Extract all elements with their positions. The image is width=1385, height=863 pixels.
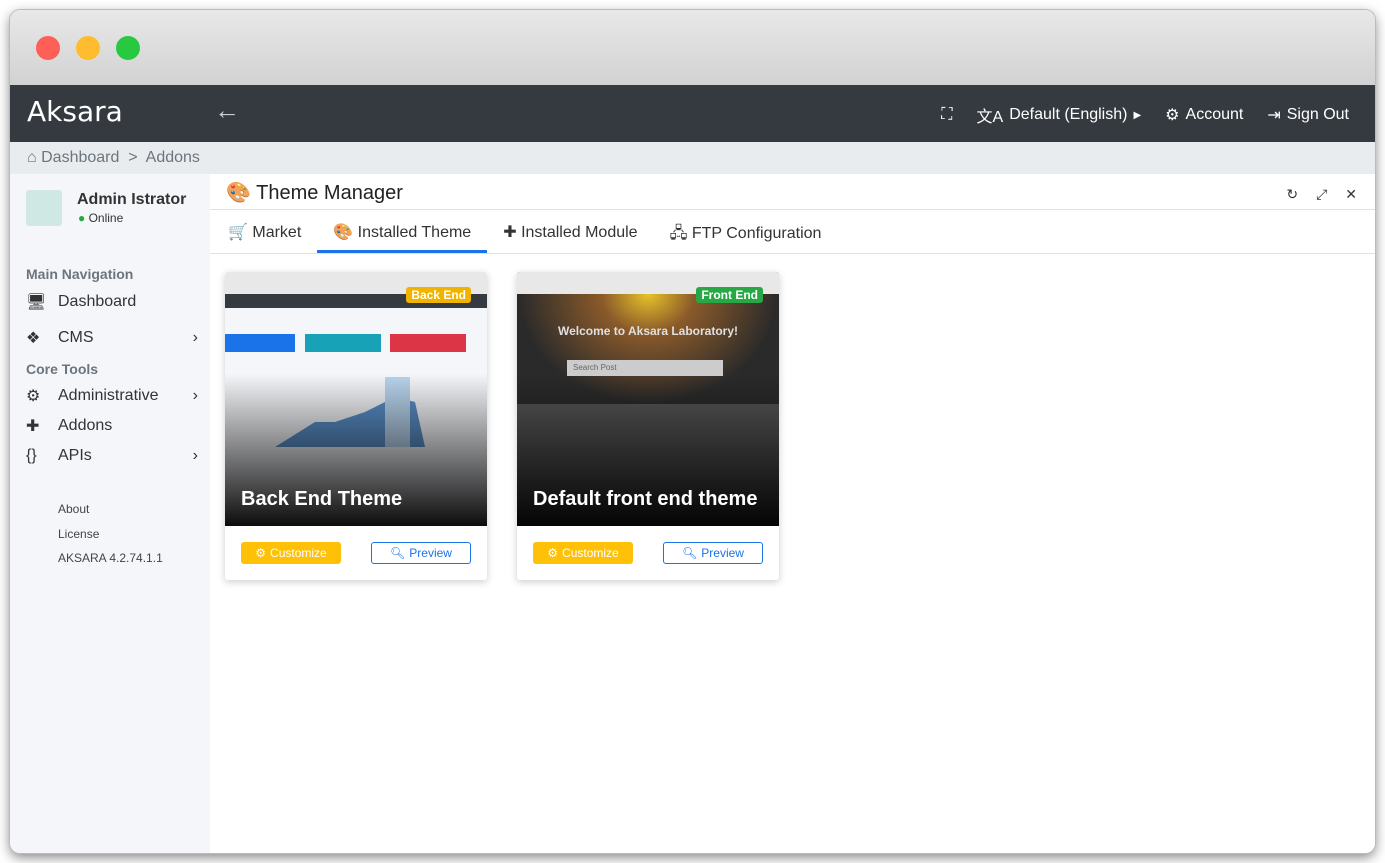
search-icon: 🔍︎ [682,546,698,560]
preview-button[interactable]: 🔍︎ Preview [371,542,471,564]
puzzle-icon: ✚ [503,224,517,241]
brand-logo[interactable]: Aksara [27,95,123,128]
status-label: Online [88,211,124,225]
customize-button[interactable]: ⚙ Customize [241,542,341,564]
theme-card: Welcome to Aksara Laboratory! Search Pos… [517,272,779,580]
tab-label: FTP Configuration [691,225,822,242]
chevron-right-icon: › [192,329,198,346]
preview-label: Preview [409,546,452,560]
customize-label: Customize [562,546,619,560]
version-label: AKSARA 4.2.74.1.1 [58,551,163,565]
sidebar-toggle-arrow-icon[interactable]: ← [214,95,240,126]
tab-label: Market [252,224,302,241]
main-content: 🎨 Theme Manager ↻ ⤢ ✕ 🛒 Market 🎨 Install… [210,174,1375,853]
dropbox-icon: ❖ [26,330,41,347]
translate-icon: 文A [976,109,1004,126]
sign-out-label: Sign Out [1286,106,1349,123]
avatar [26,190,62,226]
item-label: CMS [58,329,94,346]
fullscreen-icon: ⛶ [941,106,953,123]
license-link[interactable]: License [58,527,99,541]
gears-icon: ⚙ [1165,107,1180,124]
chevron-right-icon: › [192,387,198,404]
expand-icon[interactable]: ⤢ [1316,186,1327,203]
theme-title: Default front end theme [533,488,758,510]
chevron-right-icon: › [192,447,198,464]
palette-icon: 🎨 [226,182,251,204]
breadcrumb-dashboard[interactable]: Dashboard [41,149,119,166]
home-icon: ⌂ [27,149,37,166]
item-label: Addons [58,417,113,434]
theme-thumbnail: Back End Back End Theme [225,272,487,526]
caret-right-icon: ▶ [1133,109,1142,121]
gears-icon: ⚙ [255,546,267,560]
section-main-navigation: Main Navigation [26,266,134,282]
minimize-window-button[interactable] [76,36,100,60]
tab-installed-theme[interactable]: 🎨 Installed Theme [317,210,488,253]
tab-bar: 🛒 Market 🎨 Installed Theme ✚ Installed M… [210,210,1375,254]
close-window-button[interactable] [36,36,60,60]
preview-button[interactable]: 🔍︎ Preview [663,542,763,564]
theme-thumbnail: Welcome to Aksara Laboratory! Search Pos… [517,272,779,526]
title-bar [10,10,1375,85]
section-core-tools: Core Tools [26,361,99,377]
sign-out-icon: ⇥ [1267,107,1281,124]
user-status: ● Online [78,211,124,225]
sidebar-item-administrative[interactable]: ⚙ Administrative › [26,386,198,406]
cart-icon: 🛒 [228,224,248,241]
item-label: APIs [58,447,92,464]
monitor-icon: 🖥 [26,294,47,311]
sidebar: Admin Istrator ● Online Main Navigation … [10,174,210,853]
preview-search: Search Post [567,360,723,376]
item-label: Administrative [58,387,159,404]
page-title-text: Theme Manager [256,182,403,204]
sidebar-item-cms[interactable]: ❖ CMS › [26,328,198,348]
tab-market[interactable]: 🛒 Market [212,210,317,253]
top-navbar: Aksara ← ⛶ 文A Default (English) ▶ ⚙ Account… [10,85,1375,142]
theme-type-badge: Front End [696,287,763,303]
breadcrumb-addons: Addons [145,149,200,166]
close-icon[interactable]: ✕ [1345,186,1357,203]
preview-heading: Welcome to Aksara Laboratory! [557,324,739,338]
breadcrumb: ⌂ Dashboard > Addons [10,142,1375,174]
gears-icon: ⚙ [26,388,41,405]
app-window: Aksara ← ⛶ 文A Default (English) ▶ ⚙ Account… [10,10,1375,853]
preview-label: Preview [701,546,744,560]
item-label: Dashboard [58,293,137,310]
customize-button[interactable]: ⚙ Customize [533,542,633,564]
braces-icon: {} [26,447,37,464]
sign-out-button[interactable]: ⇥ Sign Out [1267,105,1349,125]
theme-title: Back End Theme [241,488,403,510]
theme-type-badge: Back End [406,287,471,303]
fullscreen-button[interactable]: ⛶ [941,106,952,124]
server-icon: 🖧 [669,225,688,242]
gears-icon: ⚙ [547,546,559,560]
customize-label: Customize [270,546,327,560]
account-menu[interactable]: ⚙ Account [1165,105,1243,125]
language-menu[interactable]: 文A Default (English) ▶ [977,103,1142,127]
puzzle-icon: ✚ [26,418,40,435]
sidebar-item-apis[interactable]: {} APIs › [26,447,198,465]
tab-label: Installed Module [521,224,638,241]
sidebar-item-addons[interactable]: ✚ Addons [26,416,198,436]
about-link[interactable]: About [58,502,89,516]
theme-card: Back End Back End Theme ⚙ Customize 🔍︎ Pre… [225,272,487,580]
tab-ftp-configuration[interactable]: 🖧 FTP Configuration [654,210,838,253]
search-icon: 🔍︎ [390,546,406,560]
page-title: 🎨 Theme Manager [226,180,403,205]
tab-installed-module[interactable]: ✚ Installed Module [487,210,653,253]
sidebar-item-dashboard[interactable]: 🖥 Dashboard [26,292,198,312]
language-label: Default (English) [1009,106,1128,123]
palette-icon: 🎨 [333,224,354,241]
user-name: Admin Istrator [77,191,187,208]
maximize-window-button[interactable] [116,36,140,60]
refresh-icon[interactable]: ↻ [1286,186,1298,203]
tab-label: Installed Theme [357,224,472,241]
account-label: Account [1185,106,1244,123]
